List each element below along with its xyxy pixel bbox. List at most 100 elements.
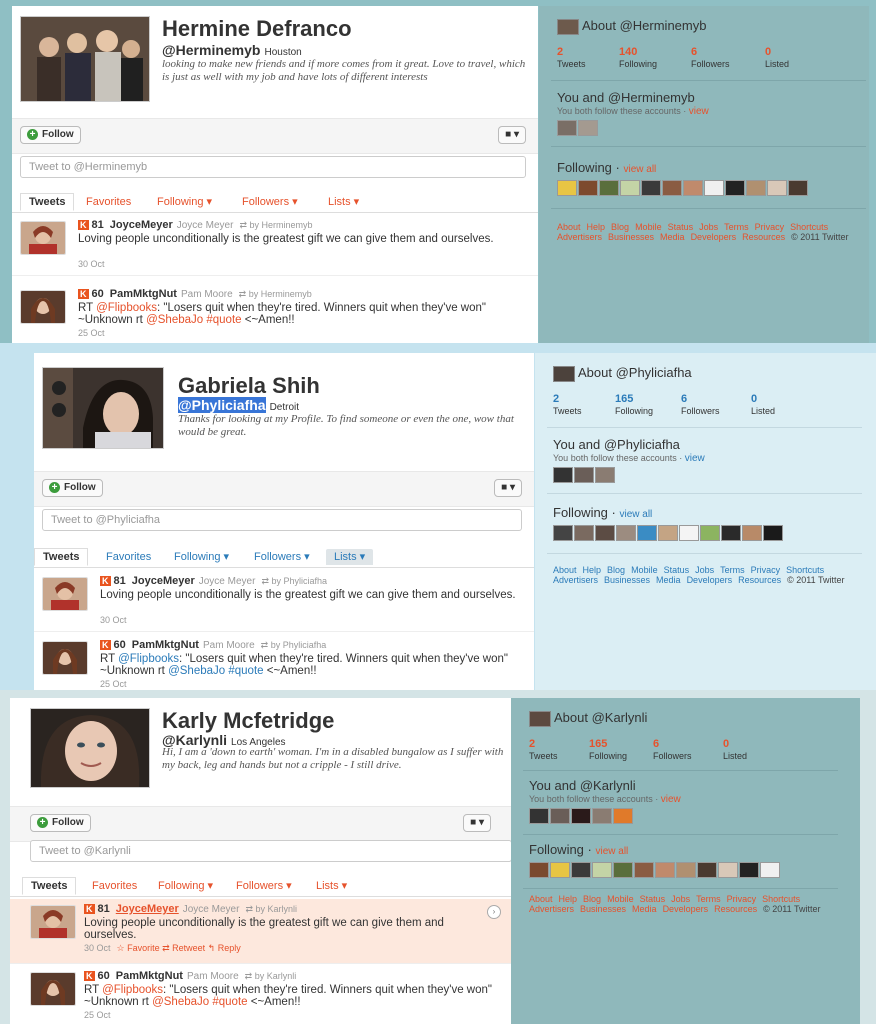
footer-link[interactable]: Advertisers: [557, 232, 602, 242]
tweet-date[interactable]: 30 Oct: [78, 259, 105, 269]
footer-link[interactable]: Mobile: [631, 565, 658, 575]
tab-favorites[interactable]: Favorites: [106, 549, 151, 565]
user-thumb[interactable]: [557, 120, 577, 136]
follow-button[interactable]: + Follow: [20, 126, 81, 144]
footer-link[interactable]: Privacy: [755, 222, 785, 232]
view-link[interactable]: view: [661, 794, 681, 805]
user-thumb[interactable]: [571, 862, 591, 878]
footer-link[interactable]: Shortcuts: [790, 222, 828, 232]
stat-listed[interactable]: 0 Listed: [751, 393, 775, 417]
view-all-link[interactable]: view all: [619, 509, 652, 520]
footer-link[interactable]: About: [557, 222, 581, 232]
mention-link[interactable]: @ShebaJo: [152, 996, 209, 1008]
user-thumb[interactable]: [704, 180, 724, 196]
footer-link[interactable]: Jobs: [671, 894, 690, 904]
user-thumb[interactable]: [574, 467, 594, 483]
footer-link[interactable]: Status: [640, 894, 666, 904]
tweet-date[interactable]: 25 Oct: [84, 1010, 111, 1020]
tab-following[interactable]: Following ▾: [174, 549, 229, 565]
user-thumb[interactable]: [595, 525, 615, 541]
tab-lists[interactable]: Lists ▾: [328, 194, 359, 210]
user-thumb[interactable]: [742, 525, 762, 541]
user-thumb[interactable]: [683, 180, 703, 196]
user-thumb[interactable]: [763, 525, 783, 541]
tweet-date[interactable]: 25 Oct: [78, 328, 105, 338]
tweet-date[interactable]: 30 Oct: [84, 943, 111, 953]
user-thumb[interactable]: [662, 180, 682, 196]
user-thumb[interactable]: [641, 180, 661, 196]
hashtag-link[interactable]: #quote: [228, 665, 263, 677]
footer-link[interactable]: Media: [632, 904, 657, 914]
user-thumb[interactable]: [599, 180, 619, 196]
user-thumb[interactable]: [634, 862, 654, 878]
footer-link[interactable]: Privacy: [751, 565, 781, 575]
footer-link[interactable]: Mobile: [635, 222, 662, 232]
footer-link[interactable]: Shortcuts: [786, 565, 824, 575]
view-link[interactable]: view: [685, 453, 705, 464]
footer-link[interactable]: Jobs: [695, 565, 714, 575]
footer-link[interactable]: Terms: [720, 565, 745, 575]
footer-link[interactable]: Shortcuts: [762, 894, 800, 904]
footer-link[interactable]: Advertisers: [553, 575, 598, 585]
user-thumb[interactable]: [550, 808, 570, 824]
tweet-to-input[interactable]: Tweet to @Herminemyb: [20, 156, 526, 178]
tab-followers[interactable]: Followers ▾: [254, 549, 310, 565]
footer-link[interactable]: Blog: [583, 894, 601, 904]
footer-link[interactable]: Terms: [724, 222, 749, 232]
tweet-avatar[interactable]: [30, 905, 76, 939]
footer-link[interactable]: Status: [664, 565, 690, 575]
footer-link[interactable]: Developers: [691, 232, 737, 242]
user-thumb[interactable]: [655, 862, 675, 878]
tweet-avatar[interactable]: [30, 972, 76, 1006]
tweet-username[interactable]: JoyceMeyer: [132, 575, 195, 587]
user-thumb[interactable]: [529, 862, 549, 878]
user-thumb[interactable]: [571, 808, 591, 824]
tab-followers[interactable]: Followers ▾: [236, 878, 292, 894]
mention-link[interactable]: @Flipbooks: [96, 302, 157, 314]
user-thumb[interactable]: [788, 180, 808, 196]
footer-link[interactable]: Help: [587, 222, 606, 232]
tab-lists[interactable]: Lists ▾: [326, 549, 374, 565]
footer-link[interactable]: Help: [583, 565, 602, 575]
stat-following[interactable]: 165 Following: [589, 738, 627, 762]
user-thumb[interactable]: [697, 862, 717, 878]
user-thumb[interactable]: [658, 525, 678, 541]
mention-link[interactable]: @Flipbooks: [118, 653, 179, 665]
user-thumb[interactable]: [574, 525, 594, 541]
tab-lists[interactable]: Lists ▾: [316, 878, 347, 894]
stat-followers[interactable]: 6 Followers: [691, 46, 730, 70]
user-thumb[interactable]: [592, 808, 612, 824]
user-thumb[interactable]: [578, 180, 598, 196]
user-thumb[interactable]: [578, 120, 598, 136]
stat-tweets[interactable]: 2 Tweets: [529, 738, 558, 762]
follow-button[interactable]: + Follow: [30, 814, 91, 832]
user-thumb[interactable]: [595, 467, 615, 483]
footer-link[interactable]: Developers: [687, 575, 733, 585]
user-thumb[interactable]: [746, 180, 766, 196]
tweet-avatar[interactable]: [20, 221, 66, 255]
tab-tweets[interactable]: Tweets: [22, 877, 77, 895]
user-thumb[interactable]: [721, 525, 741, 541]
footer-link[interactable]: Businesses: [604, 575, 650, 585]
footer-link[interactable]: Businesses: [580, 904, 626, 914]
tweet-item[interactable]: K 81 JoyceMeyer Joyce Meyer ⇄ by Phyliciafha…: [34, 571, 534, 632]
user-thumb[interactable]: [676, 862, 696, 878]
tab-tweets[interactable]: Tweets: [34, 548, 89, 566]
view-all-link[interactable]: view all: [595, 846, 628, 857]
tweet-to-input[interactable]: Tweet to @Karlynli: [30, 840, 511, 862]
footer-link[interactable]: Blog: [607, 565, 625, 575]
tweet-item-highlighted[interactable]: K 81 JoyceMeyer Joyce Meyer ⇄ by Karlynli Lo…: [10, 899, 511, 964]
user-thumb[interactable]: [718, 862, 738, 878]
profile-handle[interactable]: @Herminemyb: [162, 42, 260, 58]
tab-favorites[interactable]: Favorites: [86, 194, 131, 210]
footer-link[interactable]: Mobile: [607, 894, 634, 904]
footer-link[interactable]: Media: [656, 575, 681, 585]
user-thumb[interactable]: [616, 525, 636, 541]
tab-favorites[interactable]: Favorites: [92, 878, 137, 894]
stat-following[interactable]: 140 Following: [619, 46, 657, 70]
user-thumb[interactable]: [592, 862, 612, 878]
stat-listed[interactable]: 0 Listed: [765, 46, 789, 70]
footer-link[interactable]: Terms: [696, 894, 721, 904]
stat-listed[interactable]: 0 Listed: [723, 738, 747, 762]
footer-link[interactable]: Developers: [663, 904, 709, 914]
